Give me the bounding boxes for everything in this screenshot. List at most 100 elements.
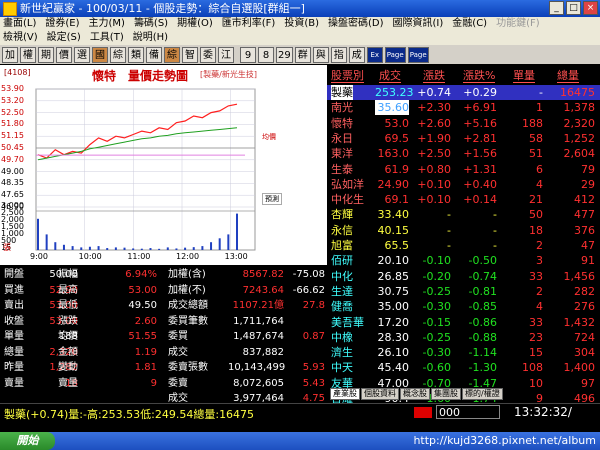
quote-row[interactable]: 生泰 61.9 +0.80 +1.31 6 79 bbox=[327, 162, 600, 177]
stat-l3: 成交總額 bbox=[168, 300, 208, 311]
code-input[interactable]: 000 bbox=[436, 405, 500, 419]
quote-price: 20.10 bbox=[377, 254, 410, 268]
quote-row[interactable]: 杏輝 33.40 - - 50 477 bbox=[327, 207, 600, 222]
toolbar-button[interactable]: 江 bbox=[218, 46, 234, 63]
quote-chg: +0.80 bbox=[417, 162, 451, 176]
toolbar-button[interactable]: 綜 bbox=[110, 46, 126, 63]
column-header[interactable]: 股票別 bbox=[331, 69, 364, 83]
quote-row[interactable]: 中化生 69.1 +0.10 +0.14 21 412 bbox=[327, 192, 600, 207]
quote-row[interactable]: 製藥 253.23 +0.74 +0.29 - 16475 bbox=[327, 85, 600, 100]
volume-bar bbox=[54, 242, 57, 250]
menu-item[interactable]: 工具(T) bbox=[90, 31, 124, 45]
quote-pct: +2.81 bbox=[463, 131, 497, 145]
quote-row[interactable]: 佰研 20.10 -0.10 -0.50 3 91 bbox=[327, 253, 600, 268]
toolbar-button[interactable]: 期 bbox=[38, 46, 54, 63]
toolbar-button[interactable]: 8 bbox=[258, 46, 274, 63]
quote-row[interactable]: 永日 69.5 +1.90 +2.81 58 1,252 bbox=[327, 131, 600, 146]
column-header[interactable]: 漲跌% bbox=[463, 69, 496, 83]
menu-item[interactable]: 畫面(L) bbox=[3, 17, 36, 31]
quote-row[interactable]: 美吾華 17.20 -0.15 -0.86 33 1,432 bbox=[327, 315, 600, 330]
quote-row[interactable]: 濟生 26.10 -0.30 -1.14 15 304 bbox=[327, 345, 600, 360]
menu-item[interactable]: 投資(B) bbox=[284, 17, 319, 31]
quote-total: 29 bbox=[581, 177, 595, 191]
column-header[interactable]: 成交 bbox=[379, 69, 401, 83]
toolbar-button[interactable]: 綜 bbox=[164, 46, 180, 63]
quote-row[interactable]: 旭富 65.5 - - 2 47 bbox=[327, 238, 600, 253]
menu-item[interactable]: 國際資訊(I) bbox=[393, 17, 444, 31]
close-button[interactable]: × bbox=[583, 1, 598, 15]
volume-bar bbox=[37, 218, 39, 250]
stat-v4: 27.8 bbox=[302, 300, 325, 311]
toolbar-button[interactable]: 委 bbox=[200, 46, 216, 63]
stock-name: 製藥 bbox=[331, 85, 353, 100]
toolbar-button[interactable]: 成 bbox=[348, 46, 365, 63]
stats-row: 單量 188 均價 51.55 委買 1,487,674 0.87 bbox=[0, 331, 327, 343]
chart-plot[interactable] bbox=[0, 65, 327, 265]
menu-item[interactable]: 主力(M) bbox=[89, 17, 125, 31]
menu-item[interactable]: 設定(S) bbox=[47, 31, 81, 45]
volume-bar bbox=[123, 247, 126, 250]
quote-row[interactable]: 南光 35.60 +2.30 +6.91 1 1,378 bbox=[327, 100, 600, 116]
toolbar: 加權期價選國綜類備綜智委江 9 8 29 群與指成 Ex Page Page bbox=[0, 45, 600, 64]
toolbar-button[interactable]: 價 bbox=[56, 46, 72, 63]
menu-item[interactable]: 說明(H) bbox=[133, 31, 168, 45]
menu-item[interactable]: 金融(C) bbox=[452, 17, 487, 31]
toolbar-button[interactable]: 加 bbox=[2, 46, 18, 63]
quote-row[interactable]: 東洋 163.0 +2.50 +1.56 51 2,604 bbox=[327, 146, 600, 161]
menu-item[interactable]: 匯市利率(F) bbox=[222, 17, 276, 31]
quote-row[interactable]: 懷特 53.0 +2.60 +5.16 188 2,320 bbox=[327, 116, 600, 131]
toolbar-button[interactable]: 29 bbox=[276, 46, 293, 63]
group-tab[interactable]: 標的/權證 bbox=[462, 388, 503, 400]
toolbar-button[interactable]: 與 bbox=[312, 46, 329, 63]
quote-row[interactable]: 中化 26.85 -0.20 -0.74 33 1,456 bbox=[327, 269, 600, 284]
start-button[interactable]: 開始 bbox=[0, 432, 55, 450]
stock-name: 健喬 bbox=[331, 300, 353, 314]
quote-row[interactable]: 生達 30.75 -0.25 -0.81 2 282 bbox=[327, 284, 600, 299]
minimize-button[interactable]: _ bbox=[549, 1, 564, 15]
stats-row: 開盤 50.00 振幅 6.94% 加權(含) 8567.82 -75.08 bbox=[0, 269, 327, 281]
menu-item[interactable]: 籌碼(S) bbox=[134, 17, 168, 31]
toolbar-button[interactable]: Page bbox=[384, 46, 406, 63]
quote-row[interactable]: 健喬 35.00 -0.30 -0.85 4 276 bbox=[327, 299, 600, 314]
toolbar-button[interactable]: Page bbox=[407, 46, 429, 63]
quote-row[interactable]: 中橡 28.30 -0.25 -0.88 23 724 bbox=[327, 330, 600, 345]
group-tab[interactable]: 產業股 bbox=[330, 388, 360, 400]
column-header[interactable]: 漲跌 bbox=[423, 69, 445, 83]
quote-price: 30.75 bbox=[377, 284, 410, 298]
stat-l2: 最高 bbox=[58, 284, 78, 296]
toolbar-button[interactable]: 類 bbox=[128, 46, 144, 63]
stat-l: 收盤 bbox=[4, 315, 24, 327]
quote-price: 35.00 bbox=[377, 300, 410, 314]
legend-forecast[interactable]: 預測 bbox=[262, 193, 282, 205]
toolbar-button[interactable]: 國 bbox=[92, 46, 108, 63]
menu-item[interactable]: 檢視(V) bbox=[3, 31, 38, 45]
group-tab[interactable]: 個股資料 bbox=[361, 388, 399, 400]
maximize-button[interactable]: □ bbox=[566, 1, 581, 15]
toolbar-button[interactable]: 智 bbox=[182, 46, 198, 63]
group-tab[interactable]: 集團股 bbox=[431, 388, 461, 400]
quote-row[interactable]: 中天 45.40 -0.60 -1.30 108 1,400 bbox=[327, 360, 600, 375]
toolbar-button[interactable]: 備 bbox=[146, 46, 162, 63]
toolbar-button[interactable]: 指 bbox=[330, 46, 347, 63]
stat-v4: 0.87 bbox=[302, 331, 325, 342]
menu-item[interactable]: 期權(O) bbox=[177, 17, 213, 31]
menu-item[interactable]: 操盤密碼(D) bbox=[328, 17, 384, 31]
menu-item[interactable]: 功能鍵(F) bbox=[496, 17, 540, 31]
toolbar-button[interactable]: Ex bbox=[366, 46, 383, 63]
volume-bar bbox=[166, 247, 169, 250]
quote-pct: +6.91 bbox=[463, 101, 497, 115]
toolbar-button[interactable]: 權 bbox=[20, 46, 36, 63]
quote-row[interactable]: 永信 40.15 - - 18 376 bbox=[327, 223, 600, 238]
group-tab[interactable]: 概念股 bbox=[400, 388, 430, 400]
menu-item[interactable]: 證券(E) bbox=[45, 17, 79, 31]
column-header[interactable]: 單量 bbox=[513, 69, 535, 83]
toolbar-button[interactable]: 群 bbox=[294, 46, 311, 63]
quote-chg: +2.50 bbox=[417, 147, 451, 161]
quote-total: 1,456 bbox=[563, 269, 596, 283]
toolbar-button[interactable]: 選 bbox=[74, 46, 90, 63]
column-header[interactable]: 總量 bbox=[557, 69, 579, 83]
quote-total: 16475 bbox=[560, 86, 595, 99]
stat-l: 單量 bbox=[4, 331, 24, 342]
quote-row[interactable]: 弘如洋 24.90 +0.10 +0.40 4 29 bbox=[327, 177, 600, 192]
toolbar-button[interactable]: 9 bbox=[240, 46, 256, 63]
